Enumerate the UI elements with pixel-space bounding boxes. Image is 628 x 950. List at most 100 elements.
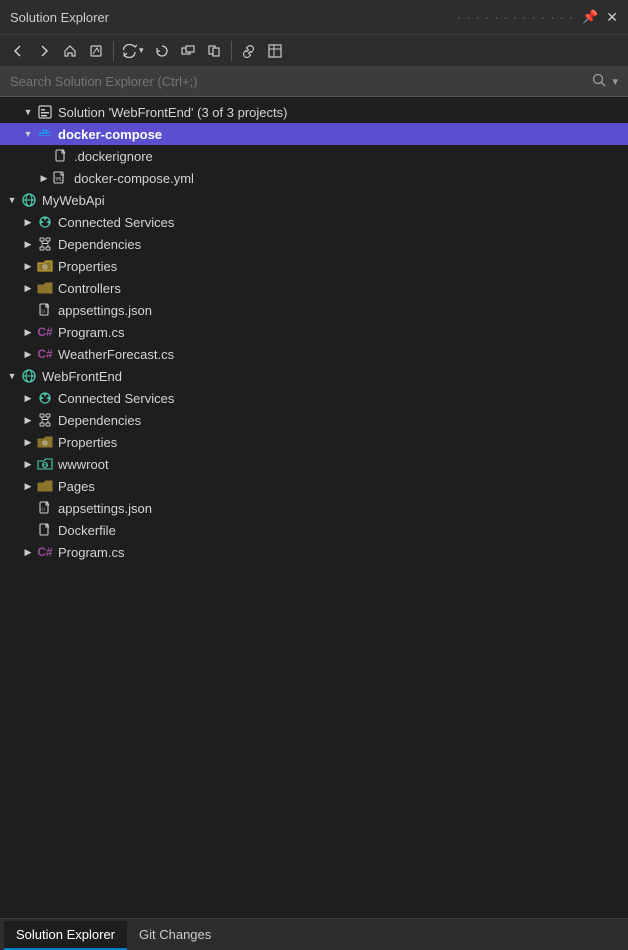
svg-text:{}: {} <box>41 507 45 511</box>
home-button[interactable] <box>58 41 82 61</box>
appsettings-expander <box>20 302 36 318</box>
mywebapi-props-expander[interactable] <box>20 258 36 274</box>
search-dropdown-arrow[interactable]: ▾ <box>612 75 618 88</box>
webfrontend-label: WebFrontEnd <box>42 369 122 384</box>
tree-item-webfrontend-program[interactable]: C# Program.cs <box>0 541 628 563</box>
close-icon[interactable]: ✕ <box>606 9 618 26</box>
webfrontend-props-icon <box>36 434 54 450</box>
webfrontend-connected-expander[interactable] <box>20 390 36 406</box>
appsettings2-expander <box>20 500 36 516</box>
pin-icon[interactable]: 📌 <box>582 9 598 25</box>
tree-item-mywebapi-connected[interactable]: Connected Services <box>0 211 628 233</box>
tree-item-solution[interactable]: Solution 'WebFrontEnd' (3 of 3 projects) <box>0 101 628 123</box>
properties-folder-icon <box>36 258 54 274</box>
webfrontend-deps-expander[interactable] <box>20 412 36 428</box>
svg-text:YML: YML <box>55 177 63 182</box>
tree-item-mywebapi[interactable]: MyWebApi <box>0 189 628 211</box>
webfrontend-icon <box>20 368 38 384</box>
title-bar-right: · · · · · · · · · · · · · 📌 ✕ <box>457 9 618 26</box>
collapse-button[interactable] <box>176 41 200 61</box>
refresh-button[interactable] <box>150 41 174 61</box>
wwwroot-icon <box>36 456 54 472</box>
yml-expander[interactable] <box>36 170 52 186</box>
webfrontend-connected-icon <box>36 390 54 406</box>
tree-item-webfrontend-wwwroot[interactable]: wwwroot <box>0 453 628 475</box>
webfrontend-props-expander[interactable] <box>20 434 36 450</box>
mywebapi-expander[interactable] <box>4 192 20 208</box>
tree-container[interactable]: Solution 'WebFrontEnd' (3 of 3 projects)… <box>0 97 628 918</box>
mywebapi-connected-expander[interactable] <box>20 214 36 230</box>
mywebapi-weatherforecast-label: WeatherForecast.cs <box>58 347 174 362</box>
mywebapi-deps-expander[interactable] <box>20 236 36 252</box>
docker-compose-expander[interactable] <box>20 126 36 142</box>
pages-label: Pages <box>58 479 95 494</box>
solution-expander[interactable] <box>20 104 36 120</box>
mywebapi-label: MyWebApi <box>42 193 105 208</box>
webfrontend-expander[interactable] <box>4 368 20 384</box>
dockerfile-expander <box>20 522 36 538</box>
wwwroot-label: wwwroot <box>58 457 109 472</box>
pages-button[interactable] <box>202 41 226 61</box>
dockerfile-label: Dockerfile <box>58 523 116 538</box>
svg-text:{}: {} <box>41 309 45 313</box>
search-icon <box>592 73 606 90</box>
docker-compose-label: docker-compose <box>58 127 162 142</box>
docker-compose-icon <box>36 126 54 142</box>
solution-label: Solution 'WebFrontEnd' (3 of 3 projects) <box>58 105 287 120</box>
webfrontend-appsettings-label: appsettings.json <box>58 501 152 516</box>
yml-label: docker-compose.yml <box>74 171 194 186</box>
dependencies-icon <box>36 236 54 252</box>
tree-item-mywebapi-weatherforecast[interactable]: C# WeatherForecast.cs <box>0 343 628 365</box>
tree-item-mywebapi-program[interactable]: C# Program.cs <box>0 321 628 343</box>
connected-services-icon <box>36 214 54 230</box>
tree-item-mywebapi-props[interactable]: Properties <box>0 255 628 277</box>
dockerignore-expander <box>36 148 52 164</box>
csharp-icon-1: C# <box>36 324 54 340</box>
tab-solution-explorer[interactable]: Solution Explorer <box>4 921 127 950</box>
csharp-icon-3: C# <box>36 544 54 560</box>
tree-item-docker-compose[interactable]: docker-compose <box>0 123 628 145</box>
sync-dropdown[interactable]: ▾ <box>119 41 148 61</box>
webfrontend-connected-label: Connected Services <box>58 391 174 406</box>
search-input[interactable] <box>10 74 586 89</box>
mywebapi-program-label: Program.cs <box>58 325 124 340</box>
mywebapi-connected-label: Connected Services <box>58 215 174 230</box>
webfrontend-program-label: Program.cs <box>58 545 124 560</box>
webfrontend-deps-icon <box>36 412 54 428</box>
tree-item-webfrontend-props[interactable]: Properties <box>0 431 628 453</box>
wwwroot-expander[interactable] <box>20 456 36 472</box>
tree-item-dockerignore[interactable]: .dockerignore <box>0 145 628 167</box>
controllers-folder-icon <box>36 280 54 296</box>
tree-item-docker-compose-yml[interactable]: YML docker-compose.yml <box>0 167 628 189</box>
title-bar: Solution Explorer · · · · · · · · · · · … <box>0 0 628 35</box>
vs-button[interactable] <box>84 41 108 61</box>
mywebapi-controllers-expander[interactable] <box>20 280 36 296</box>
tree-item-mywebapi-controllers[interactable]: Controllers <box>0 277 628 299</box>
solution-explorer-title: Solution Explorer <box>10 10 109 25</box>
tree-item-webfrontend-deps[interactable]: Dependencies <box>0 409 628 431</box>
toolbar: ▾ <box>0 35 628 67</box>
tree-item-webfrontend[interactable]: WebFrontEnd <box>0 365 628 387</box>
wrench-button[interactable] <box>237 41 261 61</box>
search-bar: ▾ <box>0 67 628 97</box>
tree-item-webfrontend-appsettings[interactable]: {} appsettings.json <box>0 497 628 519</box>
mywebapi-props-label: Properties <box>58 259 117 274</box>
toolbar-sep-2 <box>231 41 232 61</box>
preview-button[interactable] <box>263 41 287 61</box>
tree-item-webfrontend-dockerfile[interactable]: Dockerfile <box>0 519 628 541</box>
webfrontend-program-expander[interactable] <box>20 544 36 560</box>
dockerignore-icon <box>52 148 70 164</box>
tree-item-mywebapi-appsettings[interactable]: {} appsettings.json <box>0 299 628 321</box>
tab-git-changes[interactable]: Git Changes <box>127 921 223 950</box>
back-button[interactable] <box>6 41 30 61</box>
tree-item-webfrontend-connected[interactable]: Connected Services <box>0 387 628 409</box>
tree-item-mywebapi-deps[interactable]: Dependencies <box>0 233 628 255</box>
drag-handle: · · · · · · · · · · · · · <box>457 10 574 24</box>
mywebapi-weatherforecast-expander[interactable] <box>20 346 36 362</box>
mywebapi-program-expander[interactable] <box>20 324 36 340</box>
pages-expander[interactable] <box>20 478 36 494</box>
forward-button[interactable] <box>32 41 56 61</box>
dockerignore-label: .dockerignore <box>74 149 153 164</box>
tree-item-webfrontend-pages[interactable]: Pages <box>0 475 628 497</box>
appsettings2-json-icon: {} <box>36 500 54 516</box>
